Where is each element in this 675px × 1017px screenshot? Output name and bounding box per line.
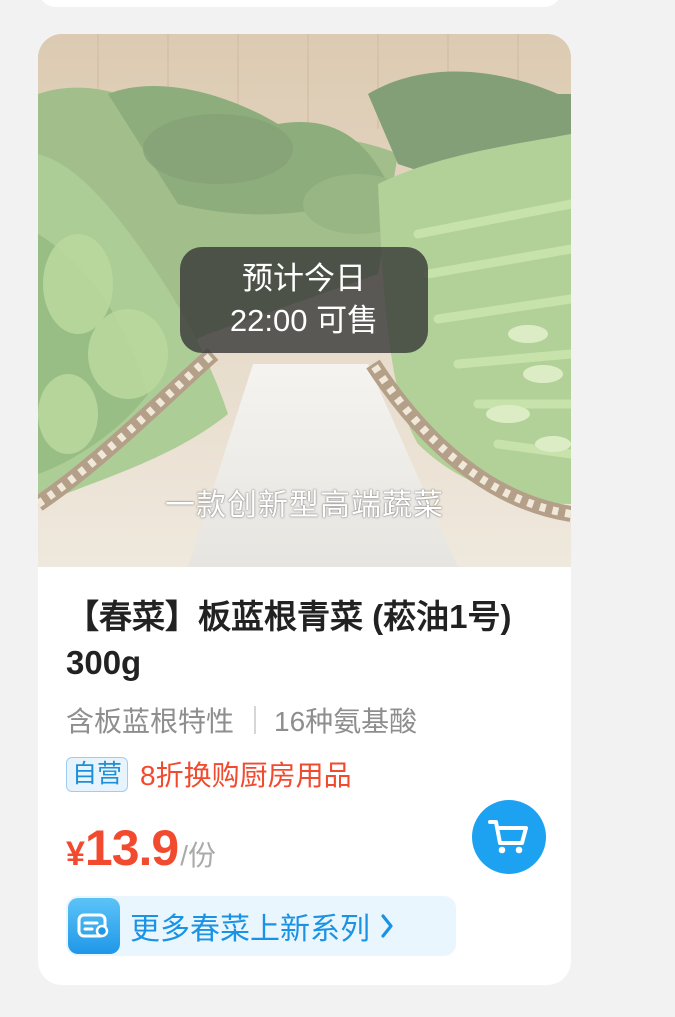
price-unit: /份 [180,840,217,871]
more-series-label: 更多春菜上新系列 [130,913,370,946]
add-to-cart-button[interactable] [472,800,546,874]
cart-icon [488,820,528,854]
chevron-right-icon [380,913,394,939]
image-caption: 一款创新型高端蔬菜 [165,489,444,522]
feature-1: 含板蓝根特性 [66,706,235,737]
availability-line-2: 22:00 可售 [229,303,379,338]
promo-row: 自营 8折换购厨房用品 [66,754,546,794]
product-features: 含板蓝根特性 16种氨基酸 [66,700,546,740]
promo-text[interactable]: 8折换购厨房用品 [140,754,352,794]
previous-card-bottom [38,0,562,7]
more-series-link[interactable]: 更多春菜上新系列 [66,896,456,956]
price: ¥ 13.9 /份 [66,819,216,877]
product-card[interactable]: 一款创新型高端蔬菜 预计今日 22:00 可售 【春菜】板蓝根青菜 (菘油1号)… [38,34,571,985]
availability-line-1: 预计今日 [242,261,366,296]
feature-2: 16种氨基酸 [274,706,418,737]
availability-badge: 预计今日 22:00 可售 [180,247,428,353]
self-operated-tag: 自营 [66,756,129,792]
product-info: 【春菜】板蓝根青菜 (菘油1号) 300g 含板蓝根特性 16种氨基酸 自营 8… [66,594,546,794]
series-list-icon [68,898,120,954]
product-image[interactable]: 一款创新型高端蔬菜 预计今日 22:00 可售 [38,34,571,567]
product-title[interactable]: 【春菜】板蓝根青菜 (菘油1号) 300g [66,594,546,686]
price-amount: 13.9 [84,820,179,876]
feature-divider [254,706,257,734]
currency-symbol: ¥ [66,835,85,873]
